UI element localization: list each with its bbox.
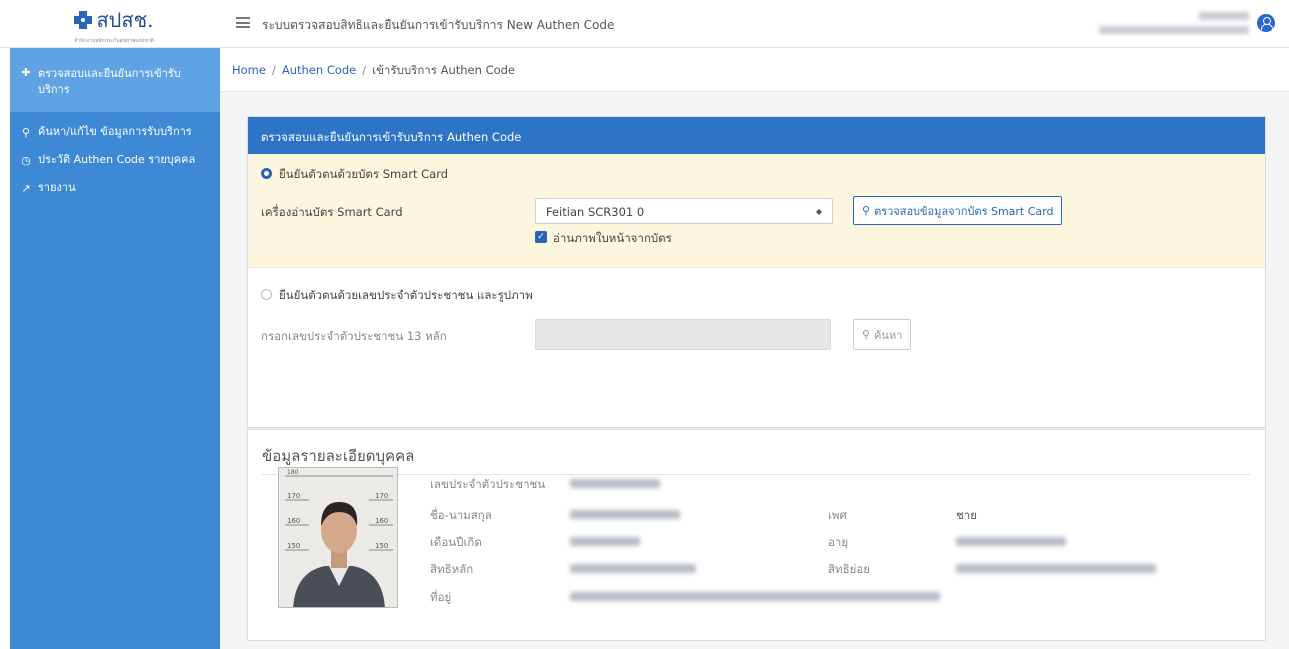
id-number-radio[interactable] bbox=[261, 289, 272, 300]
main-right-value-blurred bbox=[570, 564, 696, 573]
logo-text: สปสช. bbox=[96, 7, 154, 32]
id-label: เลขประจำตัวประชาชน bbox=[430, 477, 546, 491]
photo-scale-label: 150 bbox=[375, 542, 388, 550]
user-circle-icon[interactable] bbox=[1257, 14, 1275, 32]
face-photo-label: อ่านภาพใบหน้าจากบัตร bbox=[553, 231, 672, 245]
sidebar-item-verify[interactable]: ✚ ตรวจสอบและยืนยันการเข้ารับบริการ bbox=[10, 48, 220, 112]
age-label: อายุ bbox=[828, 535, 849, 549]
select-arrow-icon: ◆ bbox=[815, 207, 822, 216]
reader-select[interactable]: Feitian SCR301 0 ◆ bbox=[535, 198, 833, 224]
sidebar-item-label: ค้นหา/แก้ไข ข้อมูลการรับบริการ bbox=[38, 125, 192, 138]
breadcrumb-separator: / bbox=[271, 63, 276, 77]
photo-scale-label: 180 bbox=[287, 469, 299, 476]
photo-scale-label: 160 bbox=[375, 517, 388, 525]
search-button[interactable]: ⚲ ค้นหา bbox=[853, 319, 912, 350]
smart-card-radio[interactable] bbox=[261, 168, 272, 179]
reader-select-value: Feitian SCR301 0 bbox=[546, 205, 645, 219]
name-value-blurred bbox=[570, 510, 680, 519]
sex-value: ชาย bbox=[956, 508, 978, 522]
breadcrumb-separator: / bbox=[362, 63, 367, 77]
smart-card-option-label: ยืนยันตัวตนด้วยบัตร Smart Card bbox=[279, 167, 449, 181]
check-smart-card-button-label: ตรวจสอบข้อมูลจากบัตร Smart Card bbox=[874, 204, 1054, 218]
search-icon: ⚲ bbox=[21, 125, 31, 139]
person-card: ข้อมูลรายละเอียดบุคคล 180 170 170 160 16… bbox=[247, 429, 1266, 641]
sidebar: ✚ ตรวจสอบและยืนยันการเข้ารับบริการ ⚲ ค้น… bbox=[10, 48, 220, 649]
breadcrumb-home[interactable]: Home bbox=[232, 63, 266, 77]
birth-label: เดือนปีเกิด bbox=[430, 535, 482, 549]
person-card-title: ข้อมูลรายละเอียดบุคคล bbox=[262, 447, 415, 465]
breadcrumb-current: เข้ารับบริการ Authen Code bbox=[372, 63, 516, 77]
photo-scale-label: 170 bbox=[287, 492, 300, 500]
photo-scale-label: 170 bbox=[375, 492, 388, 500]
sidebar-item-search[interactable]: ⚲ ค้นหา/แก้ไข ข้อมูลการรับบริการ bbox=[10, 118, 220, 146]
logo-subtitle: สำนักงานหลักประกันสุขภาพแห่งชาติ bbox=[74, 37, 154, 44]
photo-scale-label: 160 bbox=[287, 517, 300, 525]
check-smart-card-button[interactable]: ⚲ ตรวจสอบข้อมูลจากบัตร Smart Card bbox=[853, 196, 1063, 225]
name-label: ชื่อ-นามสกุล bbox=[430, 508, 492, 522]
id-number-input[interactable] bbox=[535, 319, 831, 350]
sub-right-value-blurred bbox=[956, 564, 1156, 573]
main-right-label: สิทธิหลัก bbox=[430, 562, 474, 576]
chart-icon: ↗ bbox=[21, 181, 31, 195]
address-value-blurred bbox=[570, 592, 940, 601]
sidebar-item-label: รายงาน bbox=[38, 181, 76, 194]
person-photo: 180 170 170 160 160 150 150 bbox=[278, 467, 398, 608]
breadcrumb-authen-code[interactable]: Authen Code bbox=[282, 63, 356, 77]
hamburger-icon[interactable] bbox=[236, 17, 250, 28]
verify-card-title: ตรวจสอบและยืนยันการเข้ารับบริการ Authen … bbox=[248, 117, 1265, 154]
id-value-blurred bbox=[570, 479, 660, 488]
face-photo-checkbox[interactable]: ✓ bbox=[535, 231, 547, 243]
sidebar-item-report[interactable]: ↗ รายงาน bbox=[10, 174, 220, 202]
search-icon: ⚲ bbox=[862, 204, 871, 217]
smart-card-section: ยืนยันตัวตนด้วยบัตร Smart Card เครื่องอ่… bbox=[248, 154, 1265, 268]
user-info bbox=[1089, 10, 1249, 38]
id-input-label: กรอกเลขประจำตัวประชาชน 13 หลัก bbox=[261, 329, 447, 343]
id-number-option-label: ยืนยันตัวตนด้วยเลขประจำตัวประชาชน และรูป… bbox=[279, 288, 533, 302]
search-icon: ⚲ bbox=[862, 328, 871, 341]
reader-label: เครื่องอ่านบัตร Smart Card bbox=[261, 205, 403, 219]
verify-card: ตรวจสอบและยืนยันการเข้ารับบริการ Authen … bbox=[247, 116, 1266, 428]
sidebar-item-label: ประวัติ Authen Code รายบุคคล bbox=[38, 153, 196, 166]
nhso-logo-icon bbox=[74, 10, 93, 29]
age-value-blurred bbox=[956, 537, 1066, 546]
photo-scale-label: 150 bbox=[287, 542, 300, 550]
sidebar-item-label: ตรวจสอบและยืนยันการเข้ารับบริการ bbox=[38, 67, 181, 96]
sidebar-item-history[interactable]: ◷ ประวัติ Authen Code รายบุคคล bbox=[10, 146, 220, 174]
logo[interactable]: สปสช. สำนักงานหลักประกันสุขภาพแห่งชาติ bbox=[10, 0, 218, 48]
address-label: ที่อยู่ bbox=[430, 590, 452, 604]
divider bbox=[262, 474, 1250, 475]
breadcrumb: Home / Authen Code / เข้ารับบริการ Authen Co… bbox=[220, 48, 1289, 92]
history-icon: ◷ bbox=[21, 153, 31, 167]
app-title: ระบบตรวจสอบสิทธิและยืนยันการเข้ารับบริกา… bbox=[262, 18, 615, 32]
top-bar: สปสช. สำนักงานหลักประกันสุขภาพแห่งชาติ ร… bbox=[0, 0, 1289, 48]
main-content: Home / Authen Code / เข้ารับบริการ Authen Co… bbox=[220, 48, 1289, 649]
search-button-label: ค้นหา bbox=[874, 328, 903, 342]
birth-value-blurred bbox=[570, 537, 640, 546]
sex-label: เพศ bbox=[828, 508, 847, 522]
sub-right-label: สิทธิย่อย bbox=[828, 562, 871, 576]
plus-icon: ✚ bbox=[21, 66, 31, 79]
id-number-section: ยืนยันตัวตนด้วยเลขประจำตัวประชาชน และรูป… bbox=[248, 268, 1265, 427]
